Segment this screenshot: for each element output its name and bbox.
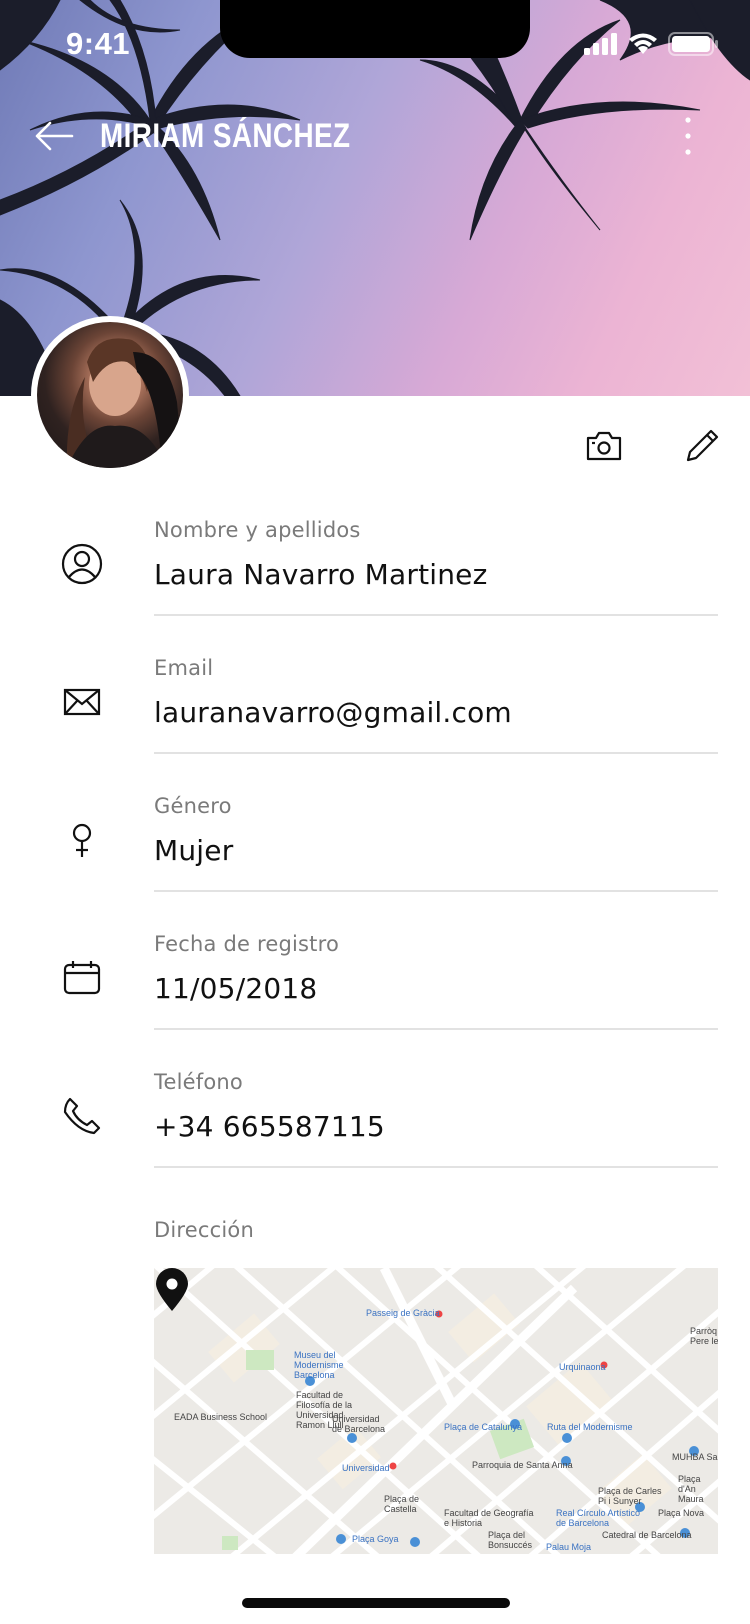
map-label: Plaça de Catalunya: [444, 1422, 523, 1432]
address-map[interactable]: Passeig de Gràcia Museu del Modernisme B…: [154, 1268, 718, 1554]
map-label: Facultad de Geografía e Historia: [444, 1508, 534, 1528]
divider: [154, 614, 718, 616]
map-label: Passeig de Gràcia: [366, 1308, 440, 1318]
field-name: Nombre y apellidos Laura Navarro Martine…: [0, 518, 750, 656]
envelope-icon: [63, 688, 101, 716]
device-notch: [220, 0, 530, 58]
divider: [154, 1166, 718, 1168]
map-label: Plaça Nova: [658, 1508, 705, 1518]
map-label: Universidad: [342, 1463, 390, 1473]
map-label: Universidad de Barcelona: [332, 1414, 386, 1434]
map-label: Ruta del Modernisme: [547, 1422, 633, 1432]
field-label: Email: [154, 656, 214, 680]
map-label: Plaça d'An Maura: [678, 1474, 704, 1504]
map-label: MUHBA Sa: [672, 1452, 718, 1462]
avatar-portrait: [66, 338, 183, 468]
map-label: Plaça Goya: [352, 1534, 399, 1544]
home-indicator[interactable]: [242, 1598, 510, 1608]
field-value[interactable]: 11/05/2018: [154, 972, 317, 1005]
back-arrow-icon[interactable]: [30, 112, 78, 160]
field-gender: Género Mujer: [0, 794, 750, 932]
field-label: Género: [154, 794, 232, 818]
divider: [154, 1028, 718, 1030]
map-label: Plaça de Castella: [384, 1494, 420, 1514]
avatar[interactable]: [31, 316, 189, 474]
avatar-photo: [37, 322, 183, 468]
map-label: Urquinaona: [559, 1362, 606, 1372]
map-label: Parròq Pere le: [690, 1326, 718, 1346]
page-title: MIRIAM SÁNCHEZ: [100, 117, 351, 155]
field-value[interactable]: +34 665587115: [154, 1110, 385, 1143]
battery-icon: [668, 32, 718, 56]
map-label: EADA Business School: [174, 1412, 268, 1422]
field-label: Nombre y apellidos: [154, 518, 361, 542]
phone-icon: [63, 1097, 101, 1135]
map-label: Museu del Modernisme Barcelona: [294, 1350, 344, 1380]
female-icon: [72, 823, 92, 857]
edit-pencil-icon[interactable]: [680, 424, 724, 468]
field-label: Teléfono: [154, 1070, 243, 1094]
field-value[interactable]: Mujer: [154, 834, 233, 867]
wifi-icon: [629, 33, 657, 54]
status-icons: [584, 32, 720, 56]
field-label: Fecha de registro: [154, 932, 340, 956]
field-value[interactable]: lauranavarro@gmail.com: [154, 696, 512, 729]
map-label: Palau Moja: [546, 1542, 592, 1552]
map-label: Plaça del Bonsuccés: [488, 1530, 533, 1550]
field-phone: Teléfono +34 665587115: [0, 1070, 750, 1208]
location-pin-icon[interactable]: [154, 1268, 190, 1312]
user-circle-icon: [61, 543, 103, 585]
field-value[interactable]: Laura Navarro Martinez: [154, 558, 488, 591]
map-label: Real Círculo Artístico de Barcelona: [556, 1508, 641, 1528]
divider: [154, 752, 718, 754]
status-time: 9:41: [66, 26, 131, 61]
cellular-signal-icon: [584, 33, 617, 55]
camera-icon[interactable]: [582, 424, 626, 468]
map-label: Parroquia de Santa Anna: [472, 1460, 573, 1470]
more-options-icon[interactable]: [676, 114, 700, 158]
field-email: Email lauranavarro@gmail.com: [0, 656, 750, 794]
field-label: Dirección: [154, 1218, 254, 1242]
map-label: Catedral de Barcelona: [602, 1530, 692, 1540]
divider: [154, 890, 718, 892]
calendar-icon: [63, 961, 101, 995]
map-label: Plaça de Carles Pi i Sunyer: [598, 1486, 662, 1506]
field-registration-date: Fecha de registro 11/05/2018: [0, 932, 750, 1070]
